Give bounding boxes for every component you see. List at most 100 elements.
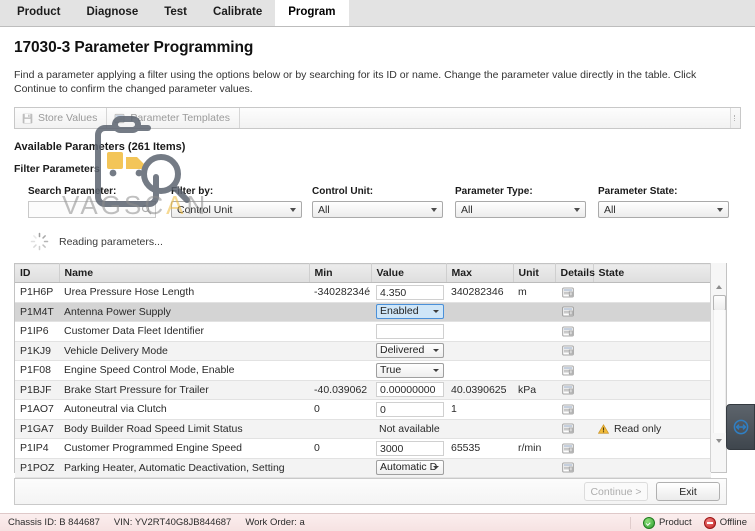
scrollbar-track[interactable]: [713, 310, 726, 433]
cell-value[interactable]: Enabled: [371, 302, 446, 322]
cell-details[interactable]: [555, 399, 593, 420]
chevron-down-icon: [574, 208, 581, 212]
cell-value[interactable]: [371, 321, 446, 342]
column-header-unit[interactable]: Unit: [513, 263, 556, 283]
value-dropdown[interactable]: Delivered: [376, 343, 444, 359]
details-icon[interactable]: [562, 462, 574, 473]
toolbar-overflow-grip[interactable]: [730, 108, 740, 128]
table-row[interactable]: P1H6P Urea Pressure Hose Length -34028234é…: [15, 282, 711, 303]
cell-details[interactable]: [555, 302, 593, 322]
cell-details[interactable]: [555, 341, 593, 361]
table-vertical-scrollbar[interactable]: [710, 263, 726, 472]
cell-details[interactable]: [555, 380, 593, 400]
column-header-max[interactable]: Max: [446, 263, 514, 283]
column-header-id[interactable]: ID: [15, 263, 60, 283]
scroll-up-arrow-icon[interactable]: [711, 280, 726, 294]
continue-button[interactable]: Continue >: [584, 482, 648, 501]
tab-diagnose[interactable]: Diagnose: [73, 0, 151, 26]
cell-max: [446, 321, 513, 342]
column-header-value[interactable]: Value: [371, 263, 447, 283]
search-input[interactable]: [28, 201, 156, 218]
details-icon[interactable]: [562, 423, 574, 434]
details-icon[interactable]: [562, 287, 574, 298]
cell-value[interactable]: Delivered: [371, 341, 446, 361]
cell-value[interactable]: True: [371, 360, 446, 381]
value-dropdown[interactable]: Enabled: [376, 304, 444, 320]
column-header-min[interactable]: Min: [309, 263, 372, 283]
connection-status[interactable]: Offline: [703, 516, 747, 529]
cell-value[interactable]: Automatic D: [371, 458, 446, 478]
table-row[interactable]: P1IP4 Customer Programmed Engine Speed 0 30…: [15, 438, 711, 459]
value-input[interactable]: [376, 323, 444, 339]
side-panel-handle[interactable]: [726, 404, 755, 450]
table-row[interactable]: P1F08 Engine Speed Control Mode, Enable Tr…: [15, 360, 711, 381]
cell-details[interactable]: [555, 419, 593, 439]
cell-value[interactable]: 0.00000000: [371, 380, 446, 400]
scrollbar-thumb[interactable]: [713, 295, 726, 311]
cell-details[interactable]: [555, 438, 593, 459]
value-input[interactable]: 4.350: [376, 284, 444, 300]
parameter-table-container: ID Name Min Value Max Unit Details State…: [14, 263, 727, 478]
column-header-details[interactable]: Details: [555, 263, 595, 283]
column-header-state[interactable]: State: [593, 263, 712, 283]
parameter-state-group: Parameter State: All: [598, 186, 741, 218]
table-row[interactable]: P1IP6 Customer Data Fleet Identifier: [15, 321, 711, 342]
value-dropdown[interactable]: Automatic D: [376, 460, 444, 476]
cell-value[interactable]: 4.350: [371, 282, 446, 303]
cell-name: Customer Data Fleet Identifier: [59, 321, 309, 342]
cell-details[interactable]: [555, 458, 593, 478]
cell-unit: kPa: [513, 380, 555, 400]
tab-calibrate[interactable]: Calibrate: [200, 0, 275, 26]
value-input[interactable]: 0.00000000: [376, 382, 444, 398]
value-dropdown[interactable]: True: [376, 362, 444, 378]
tab-product[interactable]: Product: [4, 0, 73, 26]
cell-details[interactable]: [555, 321, 593, 342]
cell-max: 40.0390625: [446, 380, 513, 400]
details-icon[interactable]: [562, 306, 574, 317]
store-values-button[interactable]: Store Values: [15, 108, 108, 128]
cell-id: P1IP6: [15, 321, 59, 342]
value-input[interactable]: 3000: [376, 440, 444, 456]
table-row[interactable]: P1POZ Parking Heater, Automatic Deactivat…: [15, 458, 711, 478]
table-row[interactable]: P1M4T Antenna Power Supply Enabled: [15, 302, 711, 322]
details-icon[interactable]: [562, 384, 574, 395]
tab-test[interactable]: Test: [151, 0, 200, 26]
value-input[interactable]: 0: [376, 401, 444, 417]
cell-details[interactable]: [555, 282, 593, 303]
cell-details[interactable]: [555, 360, 593, 381]
parameter-state-select[interactable]: All: [598, 201, 730, 218]
product-status[interactable]: Product: [642, 516, 692, 529]
tab-program[interactable]: Program: [275, 0, 349, 26]
table-row[interactable]: P1BJF Brake Start Pressure for Trailer -40…: [15, 380, 711, 400]
parameter-templates-button[interactable]: Parameter Templates: [107, 108, 240, 128]
details-icon[interactable]: [562, 404, 574, 415]
table-row[interactable]: P1KJ9 Vehicle Delivery Mode Delivered: [15, 341, 711, 361]
cell-unit: m: [513, 282, 555, 303]
cell-value[interactable]: Not available: [371, 419, 446, 439]
table-row[interactable]: P1GA7 Body Builder Road Speed Limit Statu…: [15, 419, 711, 439]
details-icon[interactable]: [562, 345, 574, 356]
cell-value[interactable]: 0: [371, 399, 446, 420]
column-header-name[interactable]: Name: [59, 263, 310, 283]
cell-unit: [513, 302, 555, 322]
cell-id: P1M4T: [15, 302, 59, 322]
control-unit-select[interactable]: All: [312, 201, 444, 218]
details-icon[interactable]: [562, 443, 574, 454]
filter-by-select[interactable]: Control Unit: [171, 201, 302, 218]
exit-button[interactable]: Exit: [656, 482, 720, 501]
cell-value[interactable]: 3000: [371, 438, 446, 459]
search-icon[interactable]: [141, 204, 152, 215]
details-icon[interactable]: [562, 365, 574, 376]
state-label: Read only: [614, 422, 662, 435]
parameter-type-select[interactable]: All: [455, 201, 587, 218]
cell-max: [446, 341, 513, 361]
scroll-down-arrow-icon[interactable]: [711, 434, 726, 448]
cell-unit: [513, 341, 555, 361]
cell-min: 0: [309, 438, 371, 459]
table-row[interactable]: P1AO7 Autoneutral via Clutch 0 0 1: [15, 399, 711, 420]
details-icon[interactable]: [562, 326, 574, 337]
vin-text: VIN: YV2RT40G8JB844687: [113, 517, 232, 528]
offline-circle-icon: [703, 516, 716, 529]
cell-name: Engine Speed Control Mode, Enable: [59, 360, 309, 381]
parameter-table-body: P1H6P Urea Pressure Hose Length -34028234é…: [15, 282, 711, 478]
